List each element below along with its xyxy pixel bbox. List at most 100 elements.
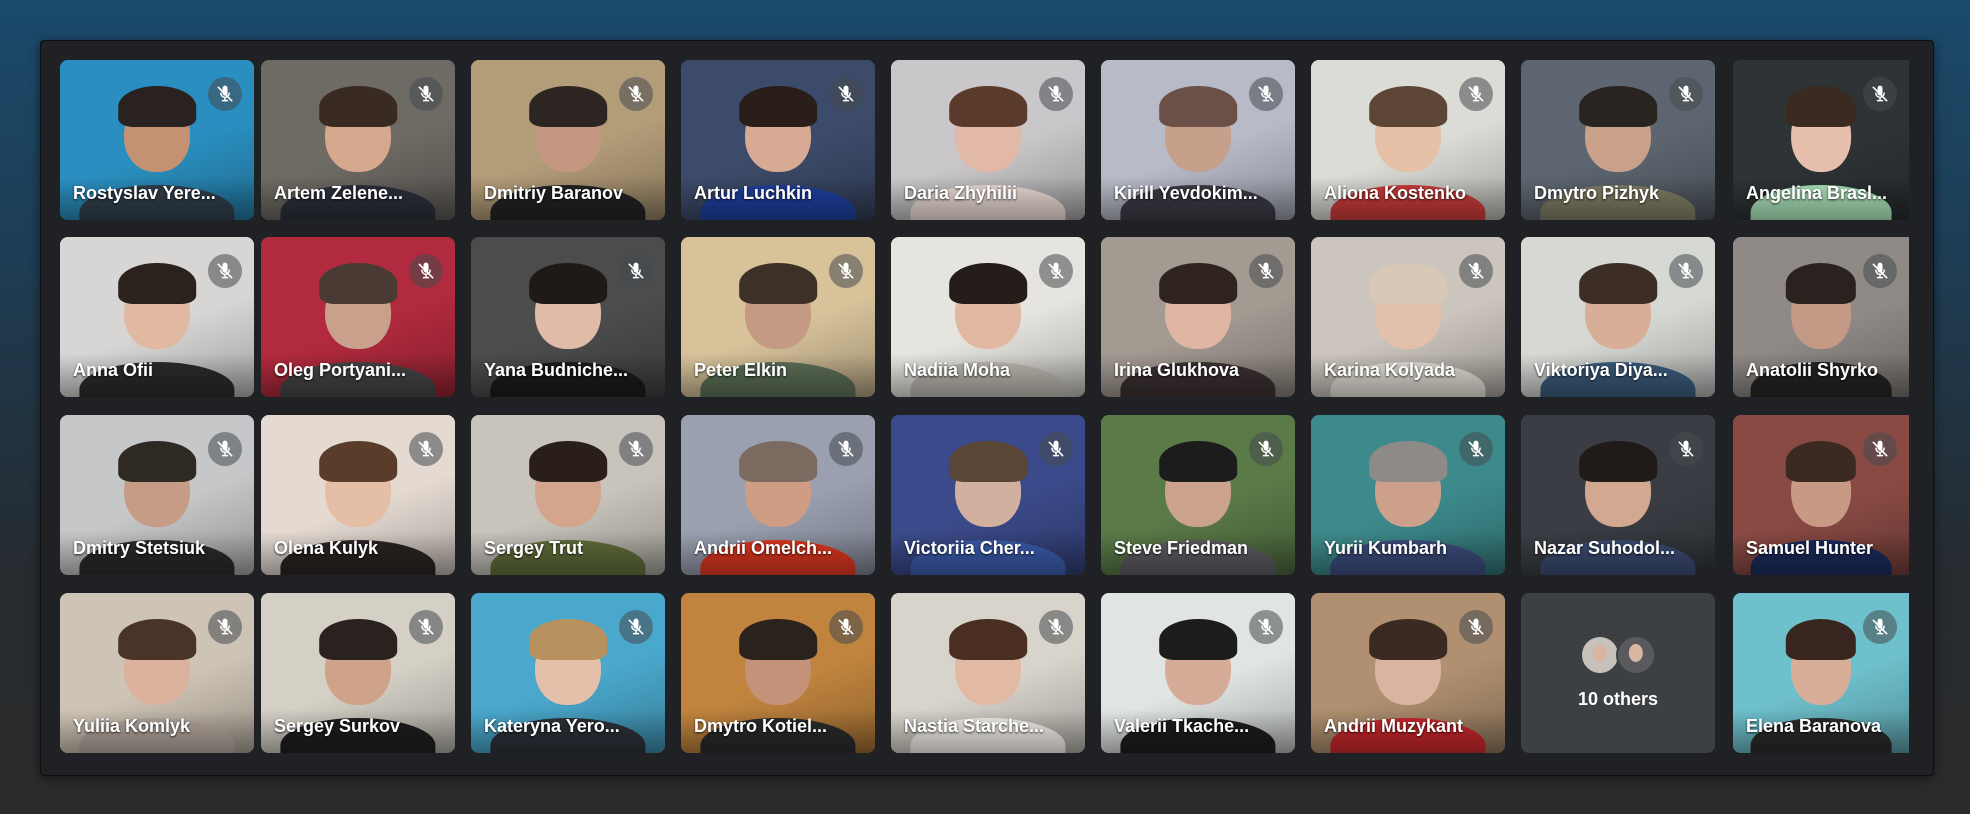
others-count-label: 10 others xyxy=(1577,689,1659,709)
participant-hair xyxy=(739,440,817,483)
mic-off-icon xyxy=(1258,262,1274,279)
participant-hair xyxy=(949,440,1027,483)
participant-tile[interactable]: Peter Elkin xyxy=(681,237,875,397)
muted-indicator xyxy=(1863,77,1897,111)
participant-tile[interactable]: Nadiia Moha xyxy=(891,237,1085,397)
participant-tile[interactable]: Rostyslav Yere... xyxy=(60,60,254,220)
participant-name: Dmitriy Baranov xyxy=(484,183,624,203)
mic-off-icon xyxy=(838,440,854,457)
participant-tile[interactable]: Samuel Hunter xyxy=(1733,415,1909,575)
participant-tile[interactable]: Kirill Yevdokim... xyxy=(1101,60,1295,220)
participant-tile[interactable]: Yurii Kumbarh xyxy=(1311,415,1505,575)
muted-indicator xyxy=(1249,610,1283,644)
mic-off-icon xyxy=(1678,440,1694,457)
mic-off-icon xyxy=(628,618,644,635)
participant-hair xyxy=(739,618,817,661)
muted-indicator xyxy=(829,432,863,466)
participant-tile[interactable]: Sergey Surkov xyxy=(261,593,455,753)
participant-tile[interactable]: Olena Kulyk xyxy=(261,415,455,575)
participant-tile[interactable]: Yuliia Komlyk xyxy=(60,593,254,753)
participant-tile[interactable]: Steve Friedman xyxy=(1101,415,1295,575)
muted-indicator xyxy=(1669,432,1703,466)
participant-hair xyxy=(529,262,607,305)
participant-tile[interactable]: Victoriia Cher... xyxy=(891,415,1085,575)
participant-tile[interactable]: Valerii Tkache... xyxy=(1101,593,1295,753)
participant-hair xyxy=(118,262,196,305)
participant-tile[interactable]: Sergey Trut xyxy=(471,415,665,575)
mic-off-icon xyxy=(217,85,233,102)
mic-off-icon xyxy=(1678,262,1694,279)
participant-tile[interactable]: Viktoriya Diya... xyxy=(1521,237,1715,397)
participant-name: Nadiia Moha xyxy=(904,360,1011,380)
participant-hair xyxy=(319,85,397,128)
participant-name: Artur Luchkin xyxy=(694,183,813,203)
participant-hair xyxy=(529,85,607,128)
participant-tile[interactable]: Yana Budniche... xyxy=(471,237,665,397)
participant-tile[interactable]: Karina Kolyada xyxy=(1311,237,1505,397)
participant-tile[interactable]: Angelina Brasl... xyxy=(1733,60,1909,220)
mic-off-icon xyxy=(838,262,854,279)
participant-name: Olena Kulyk xyxy=(274,538,379,558)
muted-indicator xyxy=(208,432,242,466)
participant-tile[interactable]: Daria Zhyhilii xyxy=(891,60,1085,220)
participant-tile[interactable]: Anna Ofii xyxy=(60,237,254,397)
mic-off-icon xyxy=(838,85,854,102)
muted-indicator xyxy=(1459,77,1493,111)
mic-off-icon xyxy=(1048,618,1064,635)
participant-name: Viktoriya Diya... xyxy=(1534,360,1668,380)
participant-tile[interactable]: Nazar Suhodol... xyxy=(1521,415,1715,575)
participant-hair xyxy=(739,85,817,128)
mic-off-icon xyxy=(418,618,434,635)
participant-name: Kateryna Yero... xyxy=(484,716,620,736)
participant-name: Nazar Suhodol... xyxy=(1534,538,1676,558)
others-tile[interactable]: 10 others xyxy=(1521,593,1715,753)
muted-indicator xyxy=(619,610,653,644)
participant-tile[interactable]: Oleg Portyani... xyxy=(261,237,455,397)
participant-tile[interactable]: Artur Luchkin xyxy=(681,60,875,220)
participant-name: Nastia Starche... xyxy=(904,716,1045,736)
participant-tile[interactable]: Anatolii Shyrko xyxy=(1733,237,1909,397)
participant-tile[interactable]: Dmytro Pizhyk xyxy=(1521,60,1715,220)
participant-tile[interactable]: Dmytro Kotiel... xyxy=(681,593,875,753)
participant-tile[interactable]: Andrii Omelch... xyxy=(681,415,875,575)
participant-name: Kirill Yevdokim... xyxy=(1114,183,1258,203)
muted-indicator xyxy=(619,77,653,111)
muted-indicator xyxy=(1039,254,1073,288)
participant-hair xyxy=(1785,440,1857,483)
participant-name: Peter Elkin xyxy=(694,360,788,380)
participant-hair xyxy=(1369,440,1447,483)
mic-off-icon xyxy=(1872,85,1888,102)
participant-name: Anatolii Shyrko xyxy=(1746,360,1879,380)
muted-indicator xyxy=(1863,610,1897,644)
participant-tile[interactable]: Dmitry Stetsiuk xyxy=(60,415,254,575)
muted-indicator xyxy=(1039,610,1073,644)
participant-tile[interactable]: Nastia Starche... xyxy=(891,593,1085,753)
muted-indicator xyxy=(1459,610,1493,644)
participant-tile[interactable]: Irina Glukhova xyxy=(1101,237,1295,397)
participant-tile[interactable]: Aliona Kostenko xyxy=(1311,60,1505,220)
participant-tile[interactable]: Artem Zelene... xyxy=(261,60,455,220)
participant-tile[interactable]: Dmitriy Baranov xyxy=(471,60,665,220)
mic-off-icon xyxy=(418,440,434,457)
participant-name: Aliona Kostenko xyxy=(1324,183,1467,203)
mic-off-icon xyxy=(1872,262,1888,279)
muted-indicator xyxy=(619,254,653,288)
muted-indicator xyxy=(409,254,443,288)
muted-indicator xyxy=(829,254,863,288)
mic-off-icon xyxy=(217,618,233,635)
participant-tile[interactable]: Kateryna Yero... xyxy=(471,593,665,753)
participant-hair xyxy=(949,618,1027,661)
mic-off-icon xyxy=(1048,262,1064,279)
participant-name: Daria Zhyhilii xyxy=(904,183,1018,203)
participant-hair xyxy=(1159,85,1237,128)
participant-hair xyxy=(118,440,196,483)
muted-indicator xyxy=(829,77,863,111)
participant-name: Karina Kolyada xyxy=(1324,360,1456,380)
muted-indicator xyxy=(208,77,242,111)
participant-hair xyxy=(1159,262,1237,305)
muted-indicator xyxy=(409,77,443,111)
participant-grid: Rostyslav Yere... Artem Zelene... Dmitriy … xyxy=(60,60,1910,754)
participant-name: Dmytro Kotiel... xyxy=(694,716,828,736)
participant-tile[interactable]: Elena Baranova xyxy=(1733,593,1909,753)
participant-tile[interactable]: Andrii Muzykant xyxy=(1311,593,1505,753)
